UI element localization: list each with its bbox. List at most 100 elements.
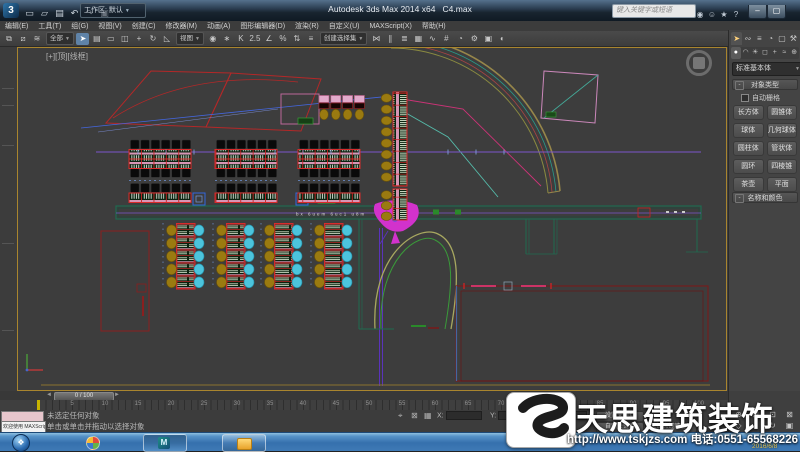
select-object-icon[interactable]: ➤ bbox=[76, 33, 89, 45]
curve-editor-icon[interactable]: ∿ bbox=[426, 33, 439, 45]
lights-icon[interactable]: ☀ bbox=[750, 47, 760, 59]
new-file-icon[interactable]: ▭ bbox=[23, 7, 36, 20]
minimize-button[interactable]: – bbox=[748, 5, 767, 19]
selection-filter-dropdown[interactable]: 全部▼ bbox=[46, 32, 74, 45]
utilities-tab[interactable]: ⚒ bbox=[788, 32, 799, 45]
select-by-name-icon[interactable]: ▤ bbox=[90, 33, 103, 45]
crosshair-icon[interactable]: ⌖ bbox=[398, 410, 403, 421]
coord-x-field[interactable]: X: bbox=[437, 411, 482, 420]
rollout-name-color[interactable]: -名称和颜色 bbox=[732, 192, 798, 203]
zoom-extents-all-icon[interactable]: ⊠ bbox=[782, 410, 797, 420]
3dsmax-taskbar-button[interactable]: M bbox=[143, 434, 187, 452]
snap-toggle-icon[interactable]: 2.5 bbox=[248, 33, 261, 45]
field-of-view-icon[interactable]: ◇ bbox=[731, 421, 746, 431]
sign-in-icon[interactable]: ☺ bbox=[706, 9, 718, 21]
window-crossing-icon[interactable]: ◫ bbox=[118, 33, 131, 45]
object-button-8[interactable]: 茶壶 bbox=[733, 177, 764, 192]
add-time-tag[interactable]: 添加时间标记 bbox=[528, 421, 567, 432]
coord-y-field[interactable]: Y: bbox=[490, 411, 534, 420]
object-button-9[interactable]: 平面 bbox=[767, 177, 798, 192]
workspace-dropdown[interactable]: 工作区: 默认 ▼ bbox=[80, 3, 146, 18]
create-tab[interactable]: ➤ bbox=[731, 32, 742, 45]
menu-item-1[interactable]: 工具(T) bbox=[33, 21, 66, 31]
files-taskbar-button[interactable] bbox=[222, 434, 266, 452]
modify-tab[interactable]: ∾ bbox=[742, 32, 753, 45]
save-icon[interactable]: ▤ bbox=[53, 7, 66, 20]
zoom-icon[interactable]: ⊕ bbox=[731, 410, 746, 420]
select-and-scale-icon[interactable]: ◺ bbox=[160, 33, 173, 45]
zoom-extents-icon[interactable]: ⊡ bbox=[765, 410, 780, 420]
current-frame-marker[interactable] bbox=[37, 400, 40, 410]
space-warps-icon[interactable]: ≈ bbox=[780, 47, 790, 59]
bind-to-space-warp-icon[interactable]: ≋ bbox=[31, 33, 44, 45]
select-and-link-icon[interactable]: ⧉ bbox=[3, 33, 16, 45]
coord-z-field[interactable]: Z: bbox=[543, 411, 587, 420]
menu-item-10[interactable]: MAXScript(X) bbox=[364, 23, 416, 30]
maximize-viewport-icon[interactable]: ▣ bbox=[782, 421, 797, 431]
menu-item-2[interactable]: 组(G) bbox=[66, 21, 93, 31]
helpers-icon[interactable]: + bbox=[770, 47, 780, 59]
unlink-selection-icon[interactable]: ⧄ bbox=[17, 33, 30, 45]
object-button-1[interactable]: 圆锥体 bbox=[767, 105, 798, 120]
menu-item-5[interactable]: 修改器(M) bbox=[160, 21, 202, 31]
align-icon[interactable]: ∥ bbox=[384, 33, 397, 45]
menu-item-4[interactable]: 创建(C) bbox=[127, 21, 161, 31]
selection-region-icon[interactable]: ▭ bbox=[104, 33, 117, 45]
select-and-rotate-icon[interactable]: ↻ bbox=[146, 33, 159, 45]
object-button-7[interactable]: 四棱锥 bbox=[767, 159, 798, 174]
use-pivot-center-icon[interactable]: ◉ bbox=[206, 33, 219, 45]
named-sets-dropdown[interactable]: 创建选择集▼ bbox=[320, 32, 367, 45]
rendered-frame-icon[interactable]: ▣ bbox=[482, 33, 495, 45]
cameras-icon[interactable]: ◻ bbox=[760, 47, 770, 59]
object-button-6[interactable]: 圆环 bbox=[733, 159, 764, 174]
maximize-button[interactable]: ▢ bbox=[767, 5, 786, 19]
start-button[interactable]: ❖ bbox=[12, 434, 30, 452]
reference-coordsys-dropdown[interactable]: 视图▼ bbox=[176, 32, 204, 45]
select-and-move-icon[interactable]: + bbox=[132, 33, 145, 45]
systems-icon[interactable]: ⊕ bbox=[789, 47, 799, 59]
menu-item-9[interactable]: 自定义(U) bbox=[324, 21, 365, 31]
autogrid-checkbox[interactable]: 自动栅格 bbox=[741, 93, 780, 103]
menu-item-3[interactable]: 视图(V) bbox=[93, 21, 126, 31]
object-button-0[interactable]: 长方体 bbox=[733, 105, 764, 120]
menu-item-6[interactable]: 动画(A) bbox=[202, 21, 235, 31]
keyboard-override-icon[interactable]: K bbox=[234, 33, 247, 45]
frame-forward-icon[interactable]: ► bbox=[114, 392, 120, 399]
percent-snap-icon[interactable]: % bbox=[276, 33, 289, 45]
menu-item-7[interactable]: 图形编辑器(D) bbox=[235, 21, 290, 31]
hierarchy-tab[interactable]: ≡ bbox=[754, 32, 765, 45]
edit-named-sets-icon[interactable]: ≡ bbox=[304, 33, 317, 45]
menu-item-8[interactable]: 渲染(R) bbox=[290, 21, 324, 31]
schematic-view-icon[interactable]: # bbox=[440, 33, 453, 45]
orbit-icon[interactable]: ↻ bbox=[765, 421, 780, 431]
object-button-5[interactable]: 管状体 bbox=[767, 141, 798, 156]
angle-snap-icon[interactable]: ∠ bbox=[262, 33, 275, 45]
selection-lock-icon[interactable]: ⊠ bbox=[411, 410, 418, 421]
layer-manager-icon[interactable]: ≣ bbox=[398, 33, 411, 45]
open-file-icon[interactable]: ▱ bbox=[38, 7, 51, 20]
material-editor-icon[interactable]: ◔ bbox=[454, 33, 467, 45]
motion-tab[interactable]: ◔ bbox=[765, 32, 776, 45]
spinner-snap-icon[interactable]: ⇅ bbox=[290, 33, 303, 45]
frame-back-icon[interactable]: ◄ bbox=[46, 392, 52, 399]
search-input[interactable]: 键入关键字或短语 bbox=[612, 4, 696, 18]
geometry-icon[interactable]: ● bbox=[731, 47, 741, 59]
shapes-icon[interactable]: ◠ bbox=[741, 47, 751, 59]
browser-taskbar-icon[interactable] bbox=[86, 436, 100, 450]
object-button-4[interactable]: 圆柱体 bbox=[733, 141, 764, 156]
object-button-2[interactable]: 球体 bbox=[733, 123, 764, 138]
render-setup-icon[interactable]: ⚙ bbox=[468, 33, 481, 45]
communication-center-icon[interactable]: ◉ bbox=[694, 9, 706, 21]
set-key-button[interactable]: 设置关键点 bbox=[596, 411, 644, 422]
graphite-ribbon-icon[interactable]: ▦ bbox=[412, 33, 425, 45]
help-icon[interactable]: ? bbox=[730, 9, 742, 21]
select-and-manipulate-icon[interactable]: ∗ bbox=[220, 33, 233, 45]
favorites-icon[interactable]: ★ bbox=[718, 9, 730, 21]
viewport-layout-strip[interactable] bbox=[0, 47, 18, 391]
rollout-object-type[interactable]: -对象类型 bbox=[732, 79, 798, 90]
display-tab[interactable]: ▢ bbox=[776, 32, 787, 45]
absolute-mode-icon[interactable]: ▦ bbox=[424, 410, 432, 421]
primitive-category-dropdown[interactable]: 标准基本体▼ bbox=[732, 62, 800, 76]
pan-icon[interactable]: + bbox=[748, 421, 763, 431]
app-logo-icon[interactable]: 3 bbox=[3, 3, 19, 18]
